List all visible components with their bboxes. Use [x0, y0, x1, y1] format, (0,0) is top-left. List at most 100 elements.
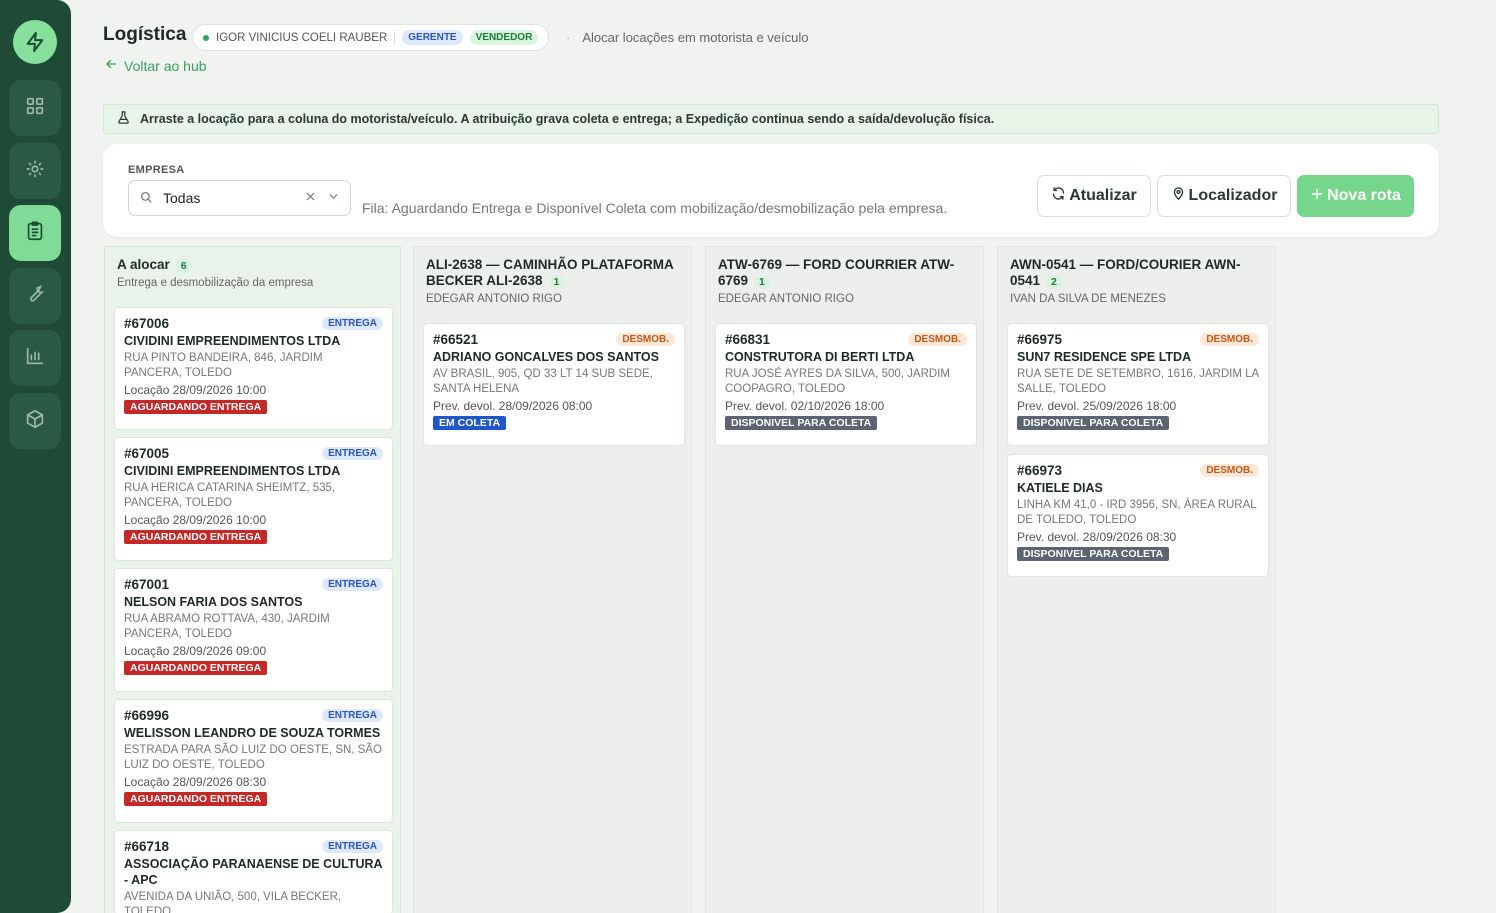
card-id: #67005 — [124, 446, 170, 461]
card-address: ESTRADA PARA SÃO LUIZ DO OESTE, SN, SÃO … — [124, 744, 382, 771]
filter-panel: EMPRESA Todas Fila: Aguardando Entrega e… — [103, 144, 1439, 237]
locator-button[interactable]: Localizador — [1157, 175, 1291, 217]
box-icon — [24, 408, 46, 435]
sidebar-item-settings[interactable] — [9, 143, 61, 199]
sidebar-item-logistics[interactable] — [9, 205, 61, 261]
card-date: Locação 28/09/2026 08:30 — [124, 775, 267, 789]
card-address: LINHA KM 41,0 - IRD 3956, SN, ÁREA RURAL… — [1017, 499, 1257, 526]
type-tag: DESMOB. — [1200, 333, 1259, 346]
status-badge: AGUARDANDO ENTREGA — [124, 400, 268, 414]
type-tag: ENTREGA — [322, 578, 383, 591]
flask-icon — [116, 110, 131, 128]
page-subtitle: · Alocar locações em motorista e veículo — [566, 30, 809, 45]
clipboard-icon — [24, 220, 46, 247]
role-badge-vendedor: VENDEDOR — [469, 30, 539, 45]
location-card[interactable]: #66996 ENTREGA WELISSON LEANDRO DE SOUZA … — [114, 699, 393, 823]
type-tag: ENTREGA — [322, 317, 383, 330]
refresh-label: Atualizar — [1069, 187, 1137, 204]
column-title: ALI-2638 — CAMINHÃO PLATAFORMA BECKER AL… — [426, 257, 679, 289]
status-badge: DISPONIVEL PARA COLETA — [725, 416, 878, 430]
status-badge: EM COLETA — [433, 416, 507, 430]
location-card[interactable]: #67006 ENTREGA CIVIDINI EMPREENDIMENTOS L… — [114, 307, 393, 430]
location-card[interactable]: #66521 DESMOB. ADRIANO GONCALVES DOS SANT… — [423, 323, 685, 446]
card-address: RUA SETE DE SETEMBRO, 1616, JARDIM LA SA… — [1017, 368, 1259, 395]
card-id: #66996 — [124, 708, 170, 723]
column-unassigned: A alocar 6 Entrega e desmobilização da em… — [104, 246, 401, 913]
refresh-button[interactable]: Atualizar — [1037, 175, 1151, 217]
logo-bolt-icon[interactable] — [13, 20, 57, 64]
location-card[interactable]: #66973 DESMOB. KATIELE DIAS LINHA KM 41,0… — [1007, 454, 1269, 577]
column-subtitle: IVAN DA SILVA DE MENEZES — [1010, 293, 1166, 305]
card-date: Locação 28/09/2026 09:00 — [124, 644, 267, 658]
arrow-left-icon — [104, 57, 118, 74]
column-subtitle: EDEGAR ANTONIO RIGO — [426, 293, 562, 305]
bar-chart-icon — [24, 345, 46, 372]
card-id: #66521 — [433, 332, 479, 347]
card-address: AVENIDA DA UNIÃO, 500, VILA BECKER, TOLE… — [124, 891, 342, 913]
sidebar-item-maintenance[interactable] — [9, 268, 61, 324]
column-title: AWN-0541 — FORD/COURIER AWN-0541 2 — [1010, 257, 1263, 289]
new-route-label: Nova rota — [1327, 187, 1401, 204]
back-to-hub-link[interactable]: Voltar ao hub — [104, 57, 207, 74]
chevron-down-icon[interactable] — [327, 190, 340, 206]
type-tag: ENTREGA — [322, 447, 383, 460]
location-card[interactable]: #66718 ENTREGA ASSOCIAÇÃO PARANAENSE DE C… — [114, 830, 393, 913]
customer-name: CIVIDINI EMPREENDIMENTOS LTDA — [124, 334, 341, 348]
card-address: RUA HERICA CATARINA SHEIMTZ, 535, PANCER… — [124, 482, 336, 509]
separator-dot: · — [566, 30, 571, 45]
customer-name: CONSTRUTORA DI BERTI LTDA — [725, 350, 915, 364]
type-tag: DESMOB. — [616, 333, 675, 346]
column-title-text: A alocar — [117, 257, 170, 272]
locator-label: Localizador — [1188, 187, 1278, 204]
status-badge: AGUARDANDO ENTREGA — [124, 530, 268, 544]
customer-name: ASSOCIAÇÃO PARANAENSE DE CULTURA - APC — [124, 857, 383, 887]
page-title: Logística — [103, 24, 187, 45]
card-date: Locação 28/09/2026 10:00 — [124, 513, 267, 527]
clear-icon[interactable] — [304, 190, 317, 206]
status-badge: DISPONIVEL PARA COLETA — [1017, 547, 1170, 561]
card-id: #66975 — [1017, 332, 1063, 347]
online-status-dot — [203, 34, 209, 41]
grid-icon — [24, 95, 46, 122]
status-badge: DISPONIVEL PARA COLETA — [1017, 416, 1170, 430]
column-title: ATW-6769 — FORD COURRIER ATW-6769 1 — [718, 257, 971, 289]
status-badge: AGUARDANDO ENTREGA — [124, 661, 268, 675]
company-select-value: Todas — [163, 190, 201, 206]
sidebar-item-dashboard[interactable] — [9, 80, 61, 136]
main-content: Logística IGOR VINICIUS COELI RAUBER GER… — [71, 0, 1496, 913]
sidebar-item-reports[interactable] — [9, 330, 61, 386]
queue-hint: Fila: Aguardando Entrega e Disponível Co… — [362, 200, 948, 216]
card-date: Prev. devol. 28/09/2026 08:00 — [433, 399, 593, 413]
column-title: A alocar 6 — [117, 257, 388, 273]
location-card[interactable]: #67001 ENTREGA NELSON FARIA DOS SANTOS RU… — [114, 568, 393, 692]
status-badge: AGUARDANDO ENTREGA — [124, 792, 268, 806]
card-date: Locação 28/09/2026 10:00 — [124, 383, 267, 397]
company-select[interactable]: Todas — [128, 180, 351, 216]
card-date: Prev. devol. 25/09/2026 18:00 — [1017, 399, 1177, 413]
column-subtitle: Entrega e desmobilização da empresa — [117, 277, 314, 289]
column-count: 2 — [1046, 275, 1062, 289]
location-card[interactable]: #67005 ENTREGA CIVIDINI EMPREENDIMENTOS L… — [114, 437, 393, 561]
notice-text: Arraste a locação para a coluna do motor… — [140, 112, 995, 126]
column-count: 1 — [548, 275, 565, 289]
customer-name: ADRIANO GONCALVES DOS SANTOS — [433, 350, 659, 364]
location-card[interactable]: #66975 DESMOB. SUN7 RESIDENCE SPE LTDA RU… — [1007, 323, 1269, 446]
type-tag: DESMOB. — [908, 333, 967, 346]
type-tag: ENTREGA — [322, 709, 383, 722]
location-card[interactable]: #66831 DESMOB. CONSTRUTORA DI BERTI LTDA … — [715, 323, 977, 446]
card-address: RUA JOSÉ AYRES DA SILVA, 500, JARDIM COO… — [725, 368, 950, 395]
new-route-button[interactable]: Nova rota — [1297, 175, 1414, 217]
card-id: #67001 — [124, 577, 170, 592]
info-notice: Arraste a locação para a coluna do motor… — [103, 104, 1439, 134]
column-vehicle-ali-2638: ALI-2638 — CAMINHÃO PLATAFORMA BECKER AL… — [413, 246, 692, 913]
sidebar-item-inventory[interactable] — [9, 393, 61, 449]
column-vehicle-atw-6769: ATW-6769 — FORD COURRIER ATW-6769 1 EDEGA… — [705, 246, 984, 913]
customer-name: NELSON FARIA DOS SANTOS — [124, 595, 303, 609]
column-subtitle: EDEGAR ANTONIO RIGO — [718, 293, 854, 305]
divider — [394, 30, 396, 45]
card-address: RUA PINTO BANDEIRA, 846, JARDIM PANCERA,… — [124, 352, 323, 379]
role-badge-gerente: GERENTE — [402, 30, 463, 45]
customer-name: WELISSON LEANDRO DE SOUZA TORMES — [124, 726, 381, 740]
column-vehicle-awn-0541: AWN-0541 — FORD/COURIER AWN-0541 2 IVAN D… — [997, 246, 1276, 913]
customer-name: CIVIDINI EMPREENDIMENTOS LTDA — [124, 464, 341, 478]
